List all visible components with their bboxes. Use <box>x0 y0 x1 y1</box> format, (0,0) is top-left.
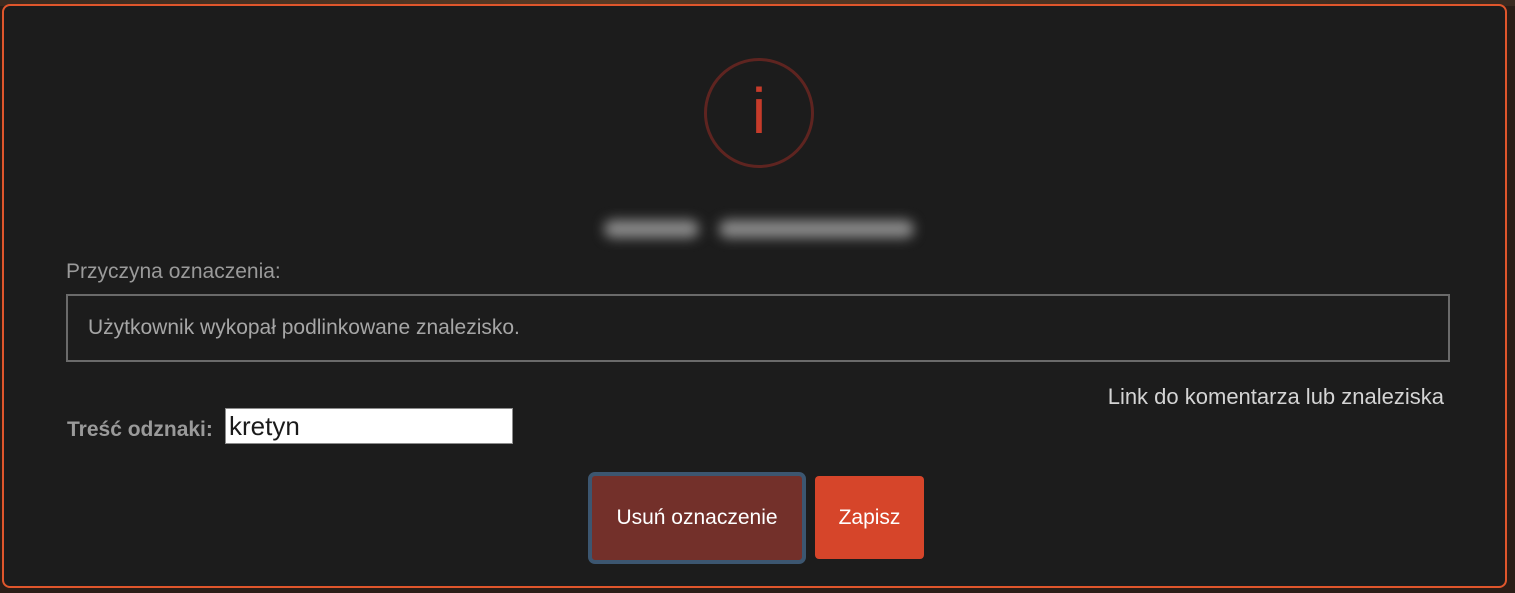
mark-user-dialog: i Przyczyna oznaczenia: Link do komentar… <box>2 4 1507 588</box>
reason-label: Przyczyna oznaczenia: <box>66 260 281 283</box>
reason-field[interactable] <box>66 294 1450 362</box>
comment-or-link-link[interactable]: Link do komentarza lub znaleziska <box>1108 384 1444 410</box>
blurred-username <box>594 206 924 254</box>
info-icon: i <box>704 58 814 168</box>
badge-content-label: Treść odznaki: <box>67 418 213 441</box>
info-icon-glyph: i <box>751 75 767 147</box>
badge-content-input[interactable] <box>225 408 513 444</box>
remove-mark-button[interactable]: Usuń oznaczenie <box>588 472 806 564</box>
save-button[interactable]: Zapisz <box>815 476 924 559</box>
